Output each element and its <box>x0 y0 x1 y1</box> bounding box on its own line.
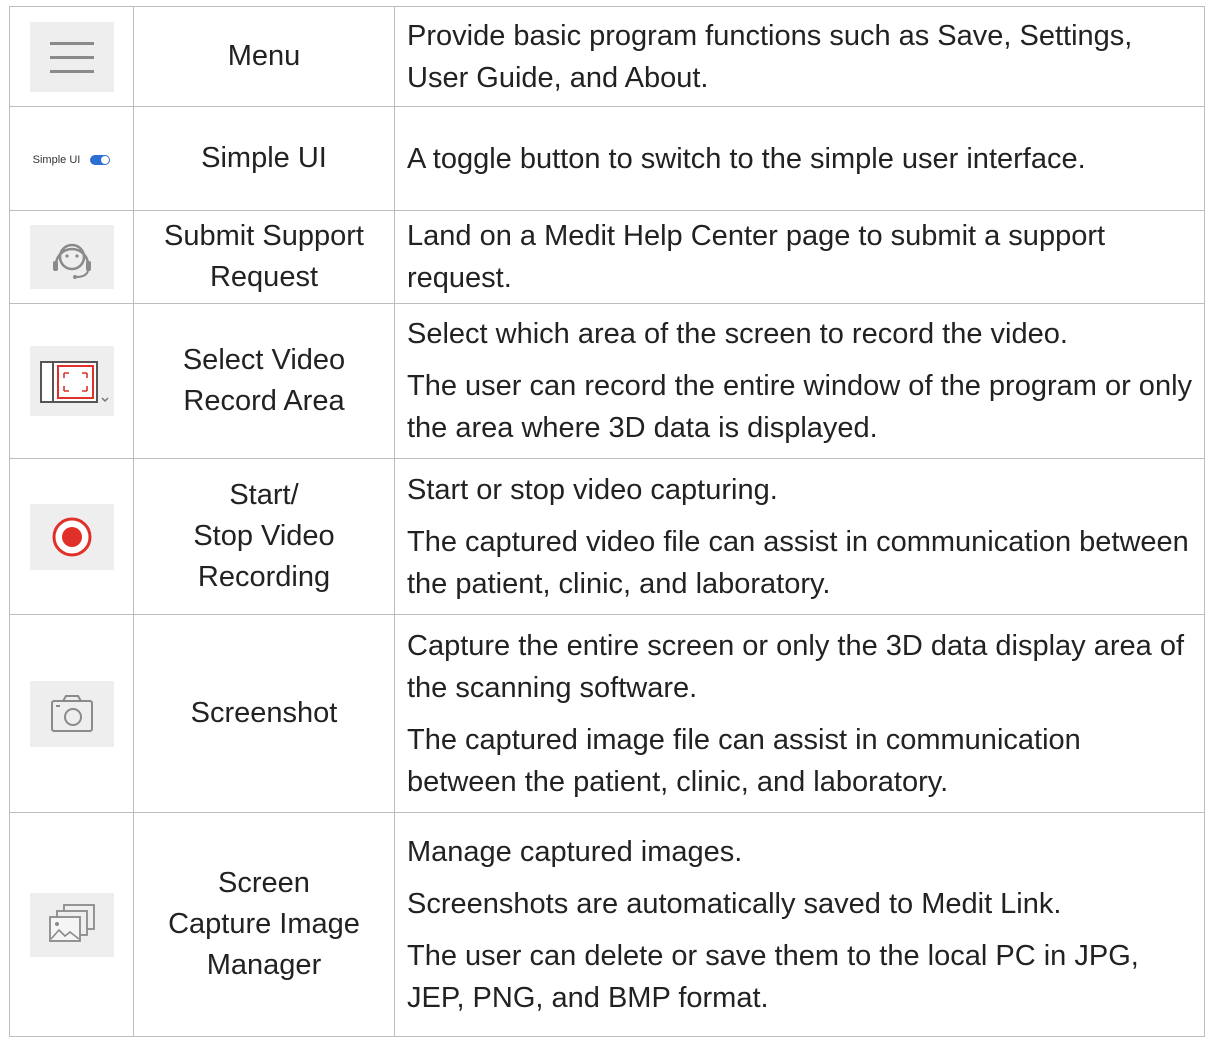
feature-description: Manage captured images. Screenshots are a… <box>394 812 1205 1037</box>
feature-description: Start or stop video capturing. The captur… <box>394 458 1205 615</box>
toggle-label: Simple UI <box>32 153 81 166</box>
table-row: Select Video Record Area Select which are… <box>9 303 1205 459</box>
record-area-icon[interactable] <box>29 346 114 416</box>
feature-description: Select which area of the screen to recor… <box>394 303 1205 459</box>
table-row: Submit Support Request Land on a Medit He… <box>9 210 1205 304</box>
feature-name: Screen Capture Image Manager <box>133 812 395 1037</box>
camera-icon[interactable] <box>29 680 114 747</box>
feature-description: Land on a Medit Help Center page to subm… <box>394 210 1205 304</box>
feature-name: Simple UI <box>133 106 395 211</box>
feature-name: Start/Stop Video Recording <box>133 458 395 615</box>
menu-icon[interactable] <box>29 21 114 92</box>
feature-description: Provide basic program functions such as … <box>394 6 1205 107</box>
feature-description: A toggle button to switch to the simple … <box>394 106 1205 211</box>
simple-ui-toggle-icon[interactable]: Simple UI <box>33 154 111 166</box>
table-row: Start/Stop Video Recording Start or stop … <box>9 458 1205 615</box>
feature-description: Capture the entire screen or only the 3D… <box>394 614 1205 813</box>
toggle-switch[interactable] <box>90 154 111 165</box>
feature-table: Menu Provide basic program functions suc… <box>9 6 1205 1037</box>
table-row: Screen Capture Image Manager Manage captur… <box>9 812 1205 1037</box>
feature-name: Submit Support Request <box>133 210 395 304</box>
table-row: Simple UI Simple UI A toggle button to s… <box>9 106 1205 211</box>
record-icon[interactable] <box>29 503 114 570</box>
image-stack-icon[interactable] <box>29 892 114 957</box>
table-row: Screenshot Capture the entire screen or … <box>9 614 1205 813</box>
feature-name: Menu <box>133 6 395 107</box>
feature-name: Select Video Record Area <box>133 303 395 459</box>
feature-name: Screenshot <box>133 614 395 813</box>
headset-icon[interactable] <box>29 225 114 289</box>
table-row: Menu Provide basic program functions suc… <box>9 6 1205 107</box>
